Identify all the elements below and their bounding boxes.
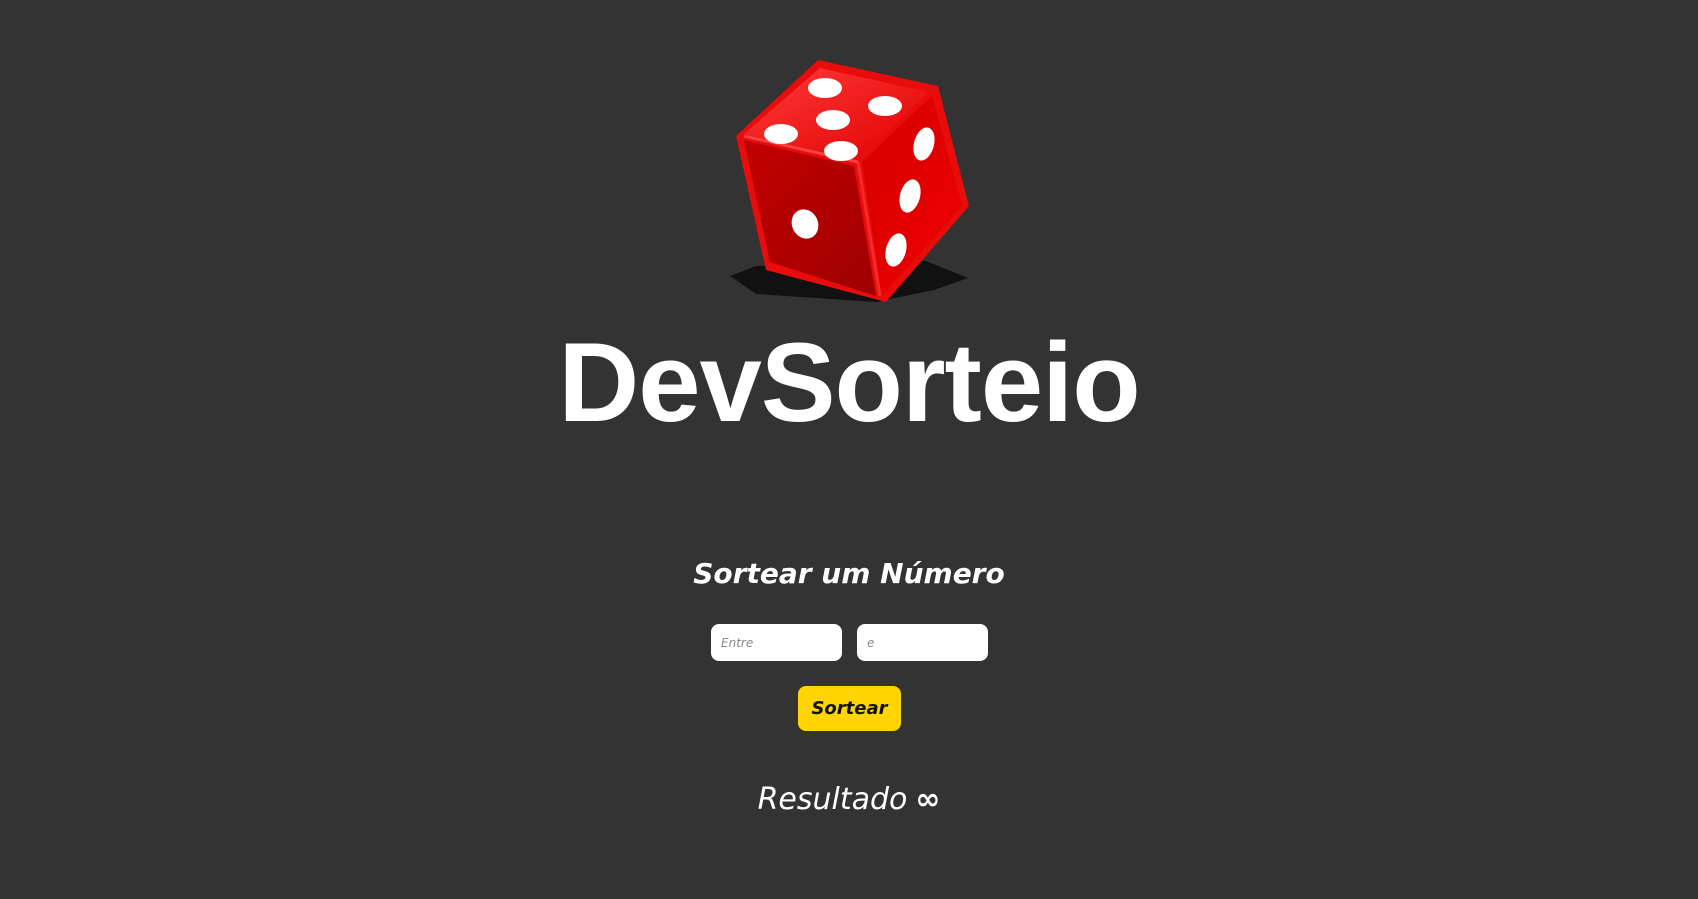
result-label: Resultado — [757, 782, 908, 817]
dice-icon — [726, 56, 972, 306]
max-number-input[interactable] — [857, 624, 988, 661]
draw-section-title: Sortear um Número — [693, 557, 1005, 590]
min-number-input[interactable] — [711, 624, 842, 661]
page: DevSorteio Sortear um Número Sortear Res… — [0, 0, 1698, 899]
draw-button[interactable]: Sortear — [798, 686, 901, 731]
range-inputs — [711, 624, 988, 661]
app-title: DevSorteio — [558, 320, 1140, 445]
result-display: Resultado ∞ — [0, 778, 1698, 822]
result-value: ∞ — [915, 782, 941, 817]
